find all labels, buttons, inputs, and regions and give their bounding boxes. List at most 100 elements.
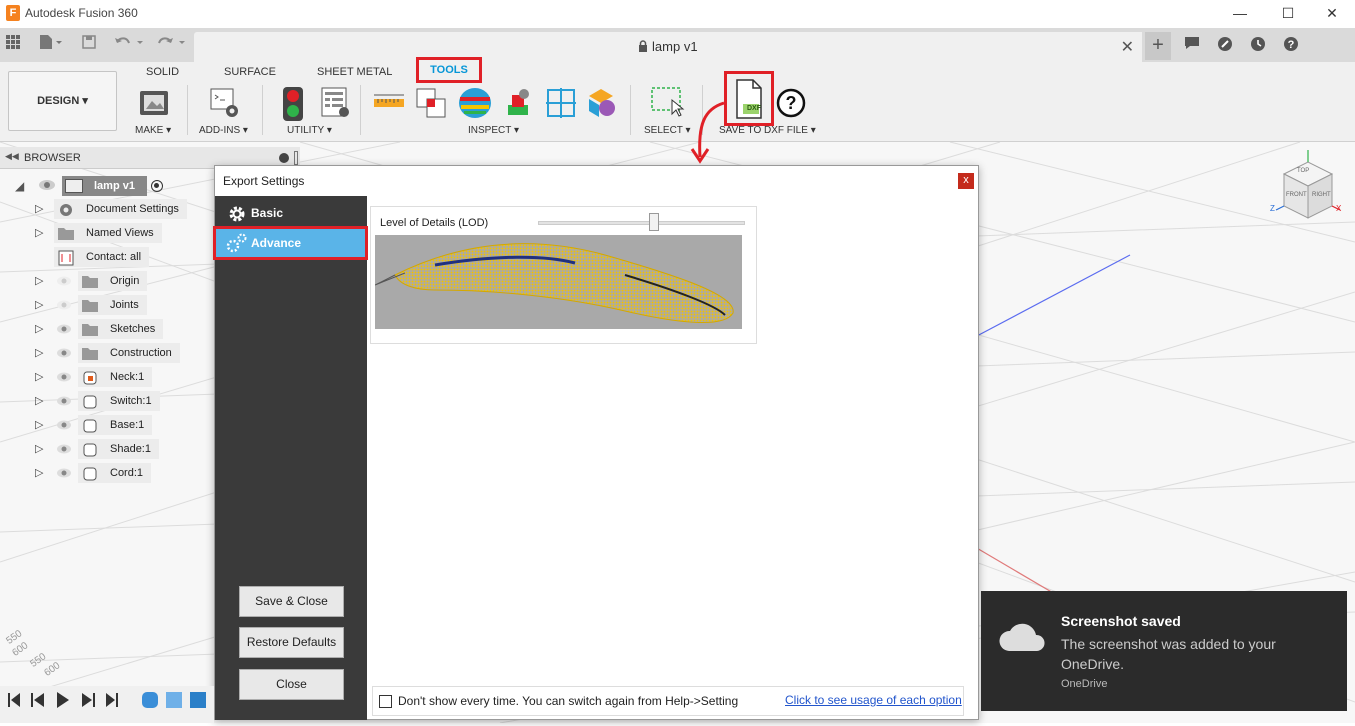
comments-icon[interactable]: [1181, 36, 1203, 56]
close-button[interactable]: Close: [239, 669, 344, 700]
browser-node-label: Contact: all: [86, 251, 142, 263]
notification-toast[interactable]: Screenshot saved The screenshot was adde…: [981, 591, 1347, 711]
tab-sheet-metal[interactable]: SHEET METAL: [317, 66, 392, 78]
utility-menu[interactable]: UTILITY ▾: [287, 125, 332, 136]
save-icon[interactable]: [80, 34, 98, 56]
timeline-feature-icons[interactable]: [142, 692, 206, 708]
file-menu-icon[interactable]: [36, 34, 66, 56]
help-icon[interactable]: ?: [1280, 36, 1302, 56]
scripts-addins-icon[interactable]: [208, 87, 238, 117]
viewcube-right[interactable]: RIGHT: [1312, 192, 1331, 198]
browser-node-label: Shade:1: [110, 443, 151, 455]
go-to-end-icon[interactable]: [106, 693, 118, 707]
step-back-icon[interactable]: [31, 693, 44, 707]
step-forward-icon[interactable]: [82, 693, 95, 707]
inspect-menu[interactable]: INSPECT ▾: [468, 125, 519, 136]
minimize-button[interactable]: —: [1217, 0, 1263, 28]
notifications-clock-icon[interactable]: [1247, 36, 1269, 56]
new-tab-button[interactable]: +: [1145, 32, 1171, 60]
expand-arrow-icon[interactable]: ▷: [35, 394, 43, 407]
dxf-help-icon[interactable]: ?: [776, 88, 806, 118]
eye-icon[interactable]: [56, 275, 72, 290]
play-icon[interactable]: [57, 692, 69, 708]
make-menu[interactable]: MAKE ▾: [135, 125, 171, 136]
browser-node[interactable]: Sketches: [78, 319, 164, 339]
browser-node[interactable]: Shade:1: [78, 439, 159, 459]
eye-icon[interactable]: [56, 467, 72, 482]
window-select-icon[interactable]: [650, 86, 685, 117]
usage-help-link[interactable]: Click to see usage of each option: [785, 693, 962, 707]
expand-arrow-icon[interactable]: ▷: [35, 442, 43, 455]
expand-arrow-icon[interactable]: ▷: [35, 226, 43, 239]
eye-icon[interactable]: [56, 443, 72, 458]
expand-arrow-icon[interactable]: ▷: [35, 202, 43, 215]
expand-arrow-icon[interactable]: ▷: [35, 298, 43, 311]
addins-menu[interactable]: ADD-INS ▾: [199, 125, 248, 136]
eye-icon[interactable]: [56, 371, 72, 386]
browser-node[interactable]: Joints: [78, 295, 147, 315]
parameters-table-icon[interactable]: [320, 87, 350, 117]
zebra-analysis-icon[interactable]: [458, 87, 491, 118]
pin-browser-icon[interactable]: [279, 153, 289, 163]
lod-slider-thumb[interactable]: [648, 213, 659, 231]
interference-icon[interactable]: [415, 87, 446, 118]
expand-arrow-icon[interactable]: ▷: [35, 322, 43, 335]
section-analysis-icon[interactable]: [545, 87, 576, 118]
dont-show-checkbox[interactable]: [379, 695, 392, 708]
browser-node[interactable]: Contact: all: [54, 247, 150, 267]
toast-title: Screenshot saved: [1061, 613, 1181, 629]
browser-node[interactable]: Document Settings: [54, 199, 187, 219]
activate-radio-icon[interactable]: [151, 180, 163, 192]
traffic-light-icon[interactable]: [279, 87, 309, 121]
browser-splitter[interactable]: [294, 151, 298, 165]
display-component-colors-icon[interactable]: [587, 87, 617, 117]
browser-node[interactable]: Cord:1: [78, 463, 152, 483]
tab-solid[interactable]: SOLID: [146, 66, 179, 78]
browser-node-label: Cord:1: [110, 467, 144, 479]
expand-arrow-icon[interactable]: ▷: [35, 274, 43, 287]
viewcube-front[interactable]: FRONT: [1286, 192, 1307, 198]
root-component[interactable]: lamp v1: [62, 176, 147, 196]
browser-node[interactable]: Neck:1: [78, 367, 153, 387]
browser-node[interactable]: Construction: [78, 343, 180, 363]
eye-icon[interactable]: [56, 419, 72, 434]
expand-arrow-icon[interactable]: ▷: [35, 466, 43, 479]
redo-icon[interactable]: [154, 34, 190, 56]
expand-arrow-icon[interactable]: ▷: [35, 346, 43, 359]
viewcube-top[interactable]: TOP: [1297, 168, 1309, 174]
eye-icon[interactable]: [56, 299, 72, 314]
document-tab[interactable]: lamp v1 ✕: [194, 32, 1142, 62]
expand-arrow-icon[interactable]: ▷: [35, 418, 43, 431]
measure-icon[interactable]: [373, 89, 404, 119]
expand-arrow-icon[interactable]: ▷: [35, 370, 43, 383]
browser-node[interactable]: Named Views: [54, 223, 162, 243]
eye-icon[interactable]: [56, 347, 72, 362]
expand-root-icon[interactable]: ◢: [15, 179, 24, 193]
close-window-button[interactable]: ✕: [1309, 0, 1355, 28]
view-cube[interactable]: TOP FRONT RIGHT Z X: [1270, 148, 1345, 228]
browser-node[interactable]: Base:1: [78, 415, 153, 435]
save-close-button[interactable]: Save & Close: [239, 586, 344, 617]
tab-tools[interactable]: TOOLS: [416, 57, 482, 83]
3d-print-icon[interactable]: [138, 87, 168, 117]
collapse-browser-icon[interactable]: ◀◀: [5, 151, 19, 162]
tab-surface[interactable]: SURFACE: [224, 66, 276, 78]
data-panel-grid-icon[interactable]: [4, 34, 22, 56]
nav-basic[interactable]: Basic: [215, 198, 367, 228]
draft-analysis-icon[interactable]: [502, 87, 532, 117]
close-tab-icon[interactable]: ✕: [1121, 37, 1134, 57]
restore-defaults-button[interactable]: Restore Defaults: [239, 627, 344, 658]
workspace-switcher[interactable]: DESIGN ▾: [8, 71, 117, 131]
eye-icon[interactable]: [38, 179, 56, 194]
browser-node[interactable]: Origin: [78, 271, 148, 291]
maximize-button[interactable]: ☐: [1265, 0, 1311, 28]
eye-icon[interactable]: [56, 323, 72, 338]
component-icon: [82, 394, 98, 409]
undo-icon[interactable]: [112, 34, 148, 56]
lod-slider-track[interactable]: [538, 221, 745, 225]
eye-icon[interactable]: [56, 395, 72, 410]
dialog-close-button[interactable]: x: [958, 173, 974, 189]
go-to-start-icon[interactable]: [8, 693, 20, 707]
job-status-icon[interactable]: [1214, 36, 1236, 56]
browser-node[interactable]: Switch:1: [78, 391, 160, 411]
